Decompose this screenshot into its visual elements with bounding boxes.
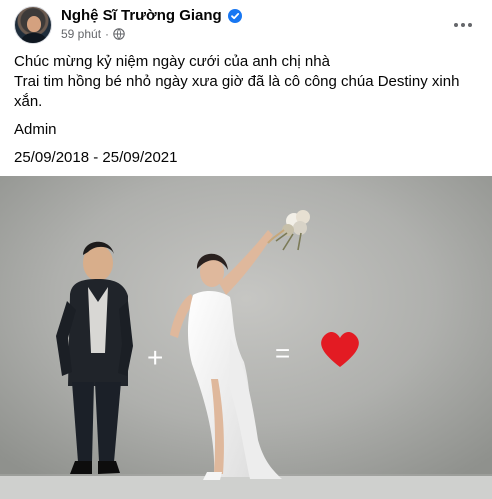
meta-separator: · xyxy=(105,27,110,41)
verified-check-icon xyxy=(227,8,242,23)
post-header: Nghệ Sĩ Trường Giang 59 phút · xyxy=(14,6,479,46)
author-avatar[interactable] xyxy=(14,6,52,44)
post-dates: 25/09/2018 - 25/09/2021 xyxy=(14,149,178,166)
author-name[interactable]: Nghệ Sĩ Trường Giang xyxy=(61,7,222,24)
more-horizontal-icon xyxy=(454,23,472,27)
wedding-photo[interactable]: + = xyxy=(0,176,492,499)
post-options-button[interactable] xyxy=(449,11,477,39)
post-meta: 59 phút · xyxy=(61,26,125,42)
author-name-row: Nghệ Sĩ Trường Giang xyxy=(61,6,242,25)
post-time[interactable]: 59 phút xyxy=(61,27,101,41)
avatar-face xyxy=(27,16,41,32)
post-text-line-1: Chúc mừng kỷ niệm ngày cưới của anh chị … xyxy=(14,53,330,70)
avatar-body xyxy=(20,33,48,43)
post-text: Chúc mừng kỷ niệm ngày cưới của anh chị … xyxy=(14,52,476,168)
post-signature: Admin xyxy=(14,121,57,138)
post-text-line-2: Trai tim hồng bé nhỏ ngày xưa giờ đã là … xyxy=(14,73,460,110)
facebook-post: Nghệ Sĩ Trường Giang 59 phút · Chúc mừng… xyxy=(0,0,492,499)
globe-icon[interactable] xyxy=(113,28,125,40)
wedding-photo-illustration: + = xyxy=(0,176,492,499)
plus-symbol: + xyxy=(147,342,163,373)
equals-symbol: = xyxy=(275,338,290,368)
